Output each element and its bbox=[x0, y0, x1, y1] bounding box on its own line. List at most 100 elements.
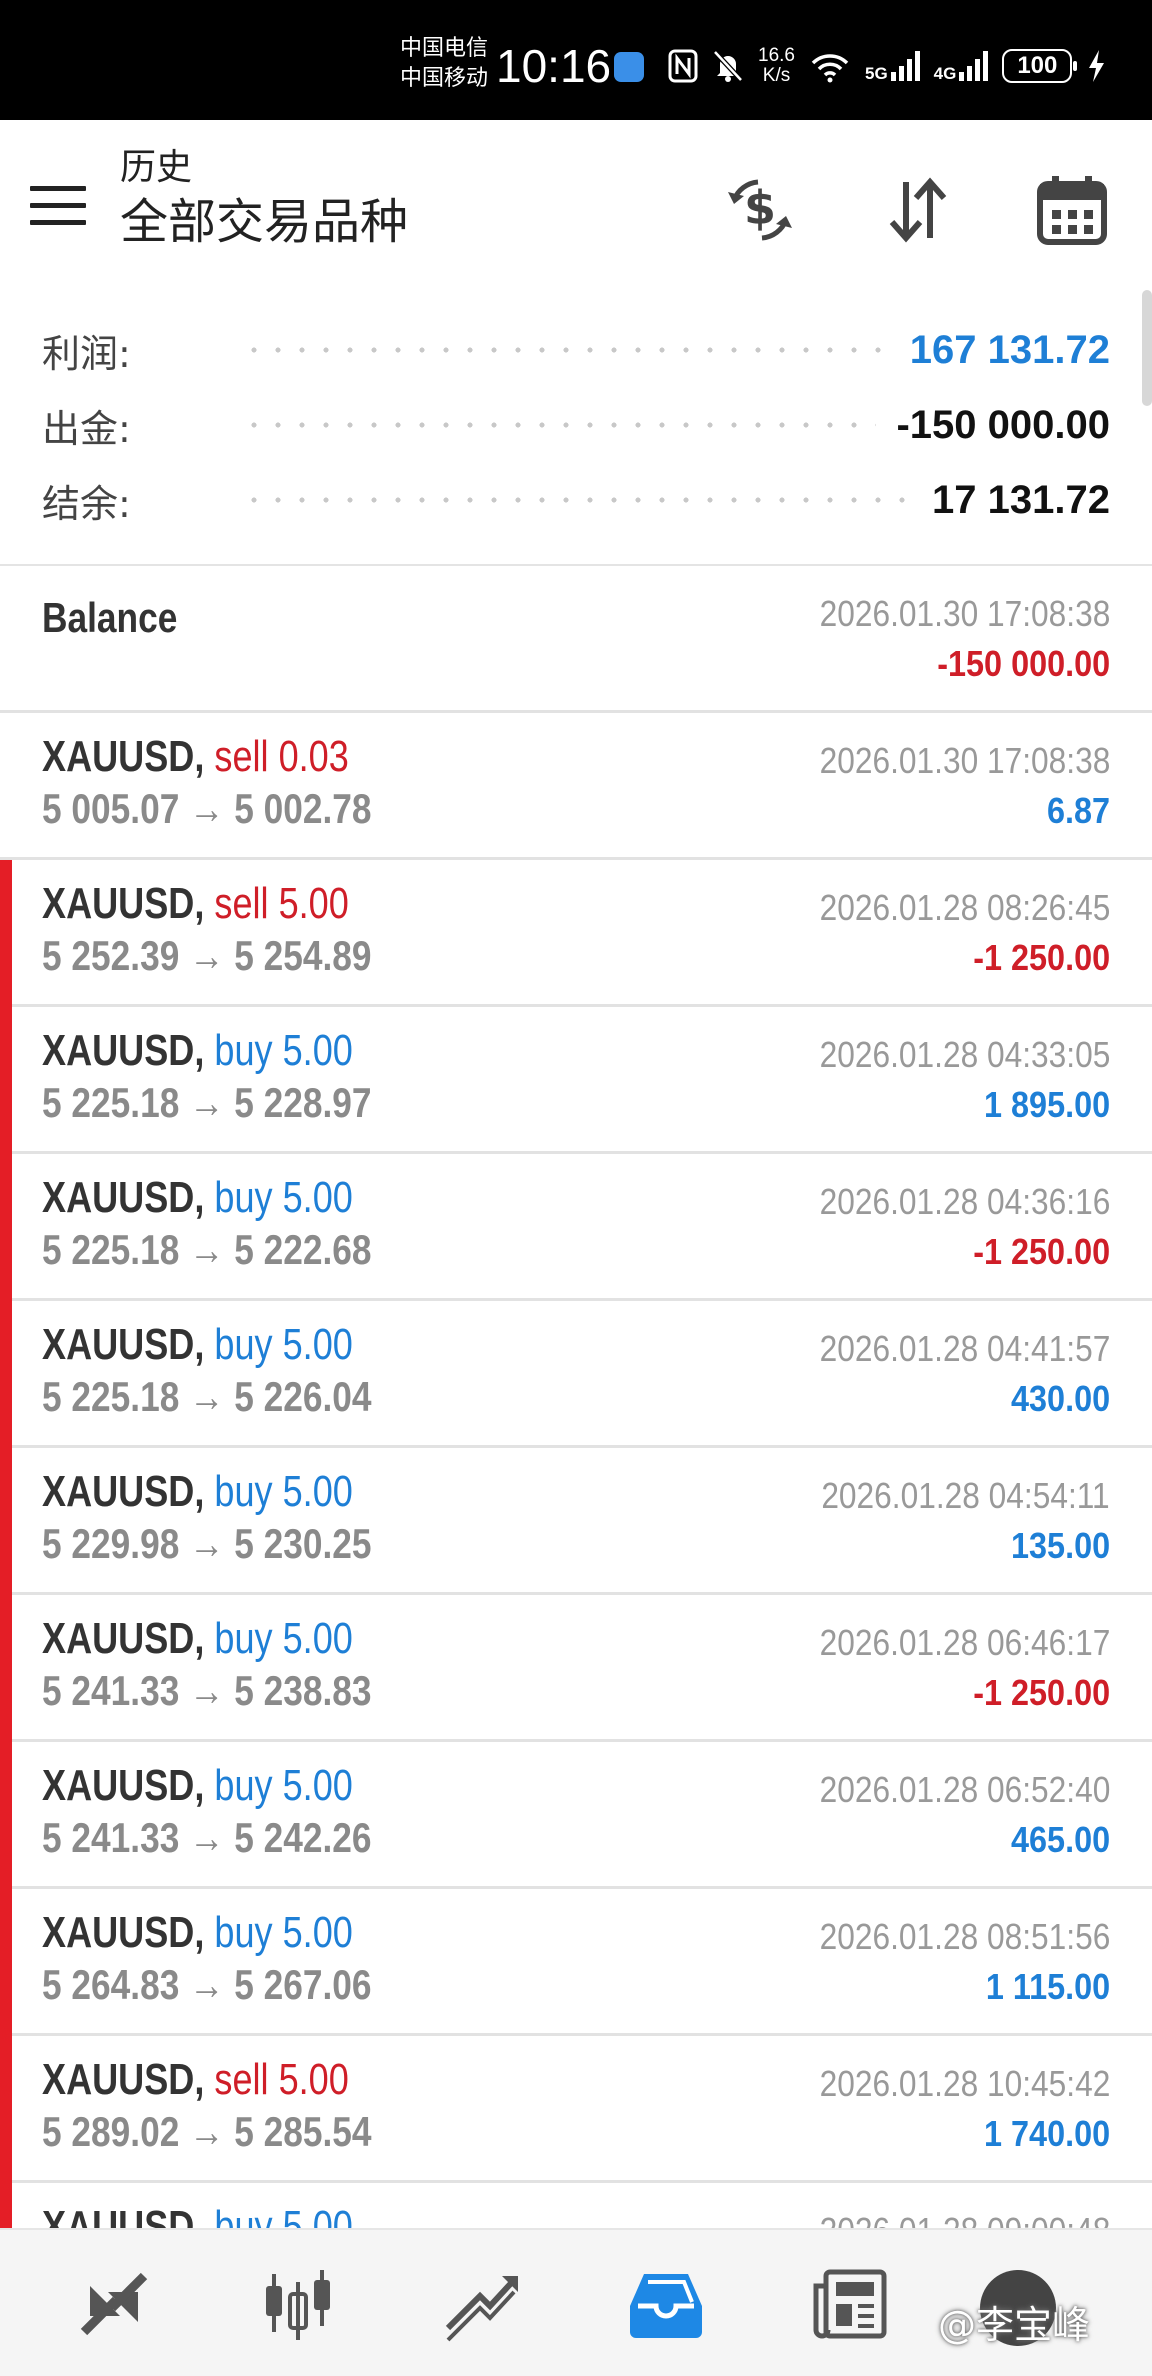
trade-profit: 465.00 bbox=[1010, 1819, 1110, 1860]
summary-withdrawal-row: 出金: -150 000.00 bbox=[42, 395, 1110, 455]
trade-time: 2026.01.28 09:00:48 bbox=[819, 2207, 1110, 2230]
trade-direction: buy 5.00 bbox=[214, 1467, 353, 1516]
trade-direction: buy 5.00 bbox=[214, 1173, 353, 1222]
trade-symbol-line: XAUUSD, sell 5.00 bbox=[42, 2052, 349, 2108]
trade-prices: 5 264.83 → 5 267.06 bbox=[42, 1961, 372, 2008]
sort-icon bbox=[889, 177, 947, 243]
trade-profit: 1 115.00 bbox=[985, 1966, 1110, 2007]
dotted-leader bbox=[242, 320, 890, 380]
trade-direction: buy 5.00 bbox=[214, 2202, 353, 2230]
nav-history[interactable] bbox=[616, 2254, 716, 2354]
trade-symbol: XAUUSD, bbox=[42, 1467, 205, 1516]
mute-bell-icon bbox=[713, 50, 743, 82]
net-5g-label: 5G bbox=[864, 64, 888, 83]
trade-row[interactable]: XAUUSD, buy 5.00 5 264.83 → 5 267.06 2026.… bbox=[0, 1889, 1152, 2036]
trade-symbol: XAUUSD, bbox=[42, 2202, 205, 2230]
trade-prices: 5 241.33 → 5 242.26 bbox=[42, 1814, 372, 1861]
trade-symbol: XAUUSD, bbox=[42, 1908, 205, 1957]
withdrawal-value: -150 000.00 bbox=[896, 402, 1110, 447]
trade-symbol-line: XAUUSD, sell 5.00 bbox=[42, 876, 349, 932]
trade-symbol: XAUUSD, bbox=[42, 879, 205, 928]
carrier-names: 中国电信 中国移动 bbox=[400, 34, 488, 94]
balance-value: 17 131.72 bbox=[932, 477, 1110, 522]
title-block: 历史 全部交易品种 bbox=[120, 146, 408, 254]
trade-symbol: XAUUSD, bbox=[42, 1026, 205, 1075]
menu-icon[interactable] bbox=[30, 186, 86, 226]
trade-row[interactable]: XAUUSD, buy 5.00 5 229.98 → 5 230.25 2026.… bbox=[0, 1448, 1152, 1595]
dotted-leader bbox=[242, 470, 913, 530]
signal-bars-icon bbox=[959, 51, 989, 81]
trade-symbol-line: XAUUSD, buy 5.00 bbox=[42, 1905, 353, 1961]
nav-quotes[interactable] bbox=[64, 2254, 164, 2354]
trade-symbol-line: XAUUSD, sell 0.03 bbox=[42, 729, 349, 785]
trade-direction: buy 5.00 bbox=[214, 1026, 353, 1075]
trade-row[interactable]: XAUUSD, buy 5.00 5 225.18 → 5 226.04 2026.… bbox=[0, 1301, 1152, 1448]
trade-row[interactable]: XAUUSD, buy 5.00 5 225.18 → 5 222.68 2026.… bbox=[0, 1154, 1152, 1301]
trade-prices: 5 241.33 → 5 238.83 bbox=[42, 1667, 372, 1714]
app-notification-icon bbox=[614, 52, 644, 82]
trade-time: 2026.01.30 17:08:38 bbox=[819, 740, 1110, 781]
trade-profit: 1 740.00 bbox=[983, 2113, 1110, 2154]
currency-exchange-button[interactable]: $ bbox=[720, 170, 800, 250]
trade-row[interactable]: XAUUSD, sell 0.03 5 005.07 → 5 002.78 2026… bbox=[0, 713, 1152, 860]
trade-direction: buy 5.00 bbox=[214, 1320, 353, 1369]
trade-prices: 5 005.07 → 5 002.78 bbox=[42, 785, 372, 832]
trade-profit: 430.00 bbox=[1010, 1378, 1110, 1419]
trade-symbol: XAUUSD, bbox=[42, 732, 205, 781]
calendar-icon bbox=[1037, 176, 1107, 245]
withdrawal-label: 出金: bbox=[42, 406, 131, 451]
summary-balance-row: 结余: 17 131.72 bbox=[42, 470, 1110, 530]
app-bar: 历史 全部交易品种 $ bbox=[0, 120, 1152, 288]
trade-direction: sell 5.00 bbox=[214, 879, 349, 928]
trade-prices: 5 229.98 → 5 230.25 bbox=[42, 1520, 372, 1567]
dotted-leader bbox=[242, 395, 877, 455]
trade-row[interactable]: XAUUSD, buy 5.00 5 241.33 → 5 242.26 2026.… bbox=[0, 1742, 1152, 1889]
profit-value: 167 131.72 bbox=[909, 327, 1110, 372]
history-inbox-icon bbox=[630, 2274, 702, 2338]
sort-button[interactable] bbox=[878, 170, 958, 250]
history-list[interactable]: Balance 2026.01.30 17:08:38 -150 000.00 … bbox=[0, 566, 1152, 2230]
calendar-button[interactable] bbox=[1032, 170, 1112, 250]
chart-candles-icon bbox=[266, 2270, 330, 2340]
trade-time: 2026.01.28 08:26:45 bbox=[819, 887, 1110, 928]
nav-chart[interactable] bbox=[248, 2254, 348, 2354]
page-title[interactable]: 全部交易品种 bbox=[120, 190, 408, 254]
trade-row[interactable]: XAUUSD, sell 5.00 5 289.02 → 5 285.54 2026… bbox=[0, 2036, 1152, 2183]
bottom-navigation: @李宝峰 bbox=[0, 2228, 1152, 2376]
trade-symbol: XAUUSD, bbox=[42, 1173, 205, 1222]
net-speed: 16.6 K/s bbox=[758, 46, 795, 86]
signal-4g: 4G bbox=[934, 50, 989, 82]
trade-rows: XAUUSD, sell 0.03 5 005.07 → 5 002.78 2026… bbox=[0, 713, 1152, 2230]
currency-exchange-icon: $ bbox=[728, 179, 792, 241]
trade-profit: 135.00 bbox=[1010, 1525, 1110, 1566]
nav-trade[interactable] bbox=[432, 2254, 532, 2354]
balance-row[interactable]: Balance 2026.01.30 17:08:38 -150 000.00 bbox=[0, 566, 1152, 713]
net-speed-unit: K/s bbox=[762, 65, 791, 86]
balance-row-amount: -150 000.00 bbox=[937, 643, 1110, 684]
balance-row-time: 2026.01.30 17:08:38 bbox=[819, 593, 1110, 634]
trade-direction: sell 5.00 bbox=[214, 2055, 349, 2104]
charging-bolt-icon bbox=[1089, 50, 1105, 82]
nav-news[interactable] bbox=[800, 2254, 900, 2354]
wifi-icon bbox=[811, 54, 849, 83]
trade-symbol: XAUUSD, bbox=[42, 1320, 205, 1369]
trade-profit: 1 895.00 bbox=[983, 1084, 1110, 1125]
trade-prices: 5 225.18 → 5 222.68 bbox=[42, 1226, 372, 1273]
quotes-arrows-icon bbox=[80, 2272, 148, 2336]
signal-bars-icon bbox=[890, 51, 920, 81]
trade-prices: 5 289.02 → 5 285.54 bbox=[42, 2108, 372, 2155]
trade-row[interactable]: XAUUSD, buy 5.00 5 225.18 → 5 228.97 2026.… bbox=[0, 1007, 1152, 1154]
signal-5g: 5G bbox=[865, 50, 920, 82]
trade-row[interactable]: XAUUSD, buy 5.00 5 241.33 → 5 238.83 2026.… bbox=[0, 1595, 1152, 1742]
news-icon bbox=[813, 2269, 887, 2339]
net-speed-value: 16.6 bbox=[758, 45, 795, 66]
balance-label: 结余: bbox=[42, 481, 131, 526]
trade-symbol-line: XAUUSD, buy 5.00 bbox=[42, 1758, 353, 1814]
trade-time: 2026.01.28 08:51:56 bbox=[819, 1916, 1110, 1957]
page-title-small: 历史 bbox=[120, 147, 193, 188]
trade-direction: sell 0.03 bbox=[214, 732, 349, 781]
trade-row[interactable]: XAUUSD, sell 5.00 5 252.39 → 5 254.89 2026… bbox=[0, 860, 1152, 1007]
trade-row[interactable]: XAUUSD, buy 5.00 2026.01.28 09:00:48 bbox=[0, 2183, 1152, 2230]
trade-profit: 6.87 bbox=[1046, 790, 1110, 831]
trade-time: 2026.01.28 06:52:40 bbox=[819, 1769, 1110, 1810]
